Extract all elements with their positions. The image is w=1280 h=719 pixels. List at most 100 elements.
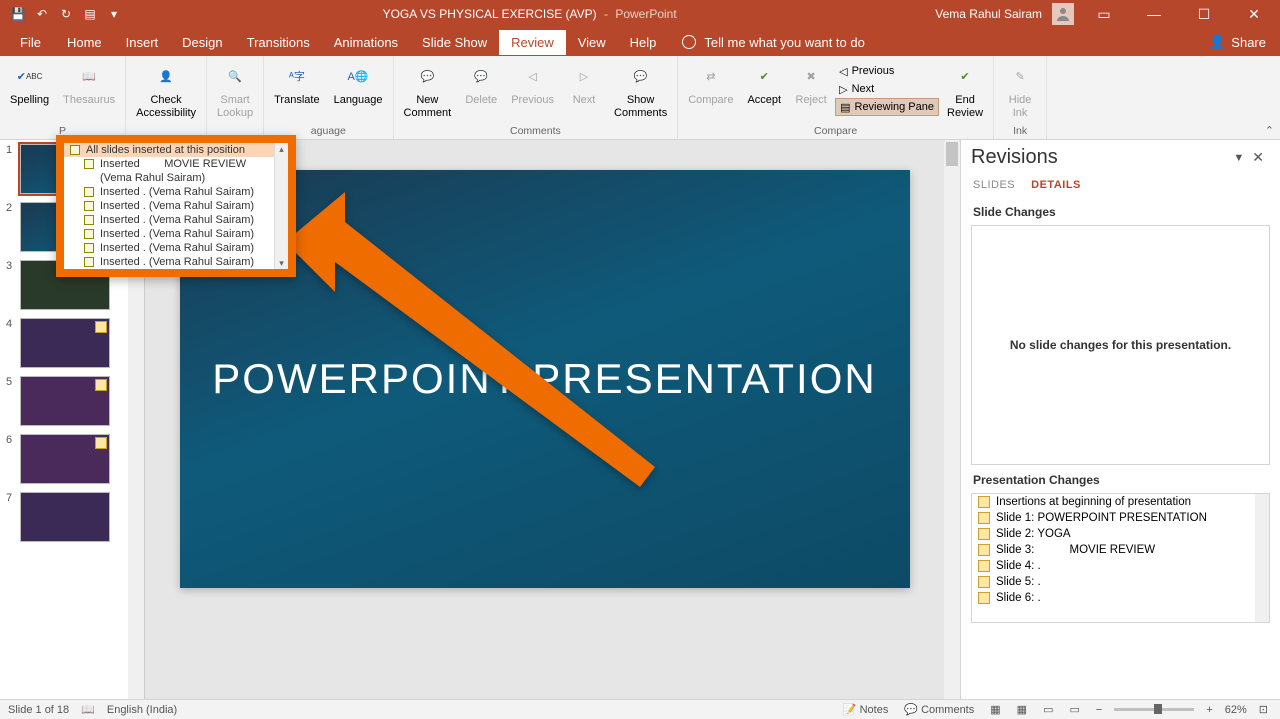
thumbnail-6[interactable] (20, 434, 110, 484)
list-item[interactable]: Insertions at beginning of presentation (972, 494, 1269, 510)
notes-button[interactable]: 📝 Notes (839, 703, 892, 716)
slide-count[interactable]: Slide 1 of 18 (8, 704, 69, 716)
popup-scrollbar[interactable]: ▴ ▾ (274, 143, 288, 269)
accept-button[interactable]: ✔︎Accept (741, 60, 787, 109)
spelling-icon: ✔︎ABC (15, 62, 45, 92)
tab-help[interactable]: Help (618, 30, 669, 55)
popup-item[interactable]: Inserted . (Vema Rahul Sairam) (64, 227, 288, 241)
redo-icon[interactable]: ↻ (56, 4, 76, 24)
share-button[interactable]: 👤Share (1209, 34, 1280, 50)
start-from-beginning-icon[interactable]: ▤ (80, 4, 100, 24)
sorter-view-icon[interactable]: ▦ (1013, 703, 1031, 716)
translate-button[interactable]: ᴬ字Translate (268, 60, 325, 109)
next-comment-button[interactable]: ▷Next (562, 60, 606, 109)
new-comment-button[interactable]: 💬New Comment (398, 60, 458, 121)
checkbox-icon[interactable] (84, 229, 94, 239)
minimize-button[interactable]: — (1134, 0, 1174, 28)
compare-button[interactable]: ⇄Compare (682, 60, 739, 109)
list-item[interactable]: Slide 1: POWERPOINT PRESENTATION (972, 510, 1269, 526)
list-item[interactable]: Slide 2: YOGA (972, 526, 1269, 542)
scroll-up-icon[interactable]: ▴ (275, 143, 288, 155)
popup-item[interactable]: Inserted . (Vema Rahul Sairam) (64, 185, 288, 199)
comments-button[interactable]: 💬 Comments (900, 703, 978, 716)
canvas-scrollbar[interactable] (944, 140, 960, 699)
tab-review[interactable]: Review (499, 30, 566, 55)
thumbnail-4[interactable] (20, 318, 110, 368)
popup-item[interactable]: Inserted . (Vema Rahul Sairam) (64, 199, 288, 213)
save-icon[interactable]: 💾 (8, 4, 28, 24)
checkbox-icon[interactable] (84, 243, 94, 253)
checkbox-icon[interactable] (84, 201, 94, 211)
zoom-level[interactable]: 62% (1225, 704, 1247, 716)
next-change-button[interactable]: ▷Next (835, 80, 939, 98)
zoom-in-button[interactable]: + (1202, 704, 1216, 716)
thesaurus-button[interactable]: 📖Thesaurus (57, 60, 121, 109)
show-comments-button[interactable]: 💬Show Comments (608, 60, 673, 121)
slideshow-view-icon[interactable]: ▭ (1065, 703, 1083, 716)
list-item[interactable]: Slide 6: . (972, 590, 1269, 606)
user-avatar-icon[interactable] (1052, 3, 1074, 25)
delete-comment-button[interactable]: 💬Delete (459, 60, 503, 109)
close-window-button[interactable]: ✕ (1234, 0, 1274, 28)
spellcheck-status-icon[interactable]: 📖 (81, 703, 95, 716)
checkbox-icon[interactable] (84, 215, 94, 225)
spelling-button[interactable]: ✔︎ABCSpelling (4, 60, 55, 109)
scroll-down-icon[interactable]: ▾ (275, 257, 288, 269)
popup-item[interactable]: Inserted MOVIE REVIEW (64, 157, 288, 171)
revision-popup: All slides inserted at this position Ins… (56, 135, 296, 277)
reviewing-pane-button[interactable]: ▤Reviewing Pane (835, 98, 939, 116)
reject-button[interactable]: ✖︎Reject (789, 60, 833, 109)
popup-item[interactable]: Inserted . (Vema Rahul Sairam) (64, 213, 288, 227)
popup-item[interactable]: Inserted . (Vema Rahul Sairam) (64, 255, 288, 269)
thumbnail-5[interactable] (20, 376, 110, 426)
prev-change-icon: ◁ (839, 65, 847, 78)
group-compare: Compare (682, 125, 989, 139)
tab-design[interactable]: Design (170, 30, 234, 55)
collapse-ribbon-icon[interactable]: ⌃ (1265, 124, 1274, 137)
tab-slideshow[interactable]: Slide Show (410, 30, 499, 55)
revisions-tab-details[interactable]: DETAILS (1031, 179, 1081, 191)
fit-to-window-icon[interactable]: ⊡ (1255, 703, 1272, 716)
tab-insert[interactable]: Insert (114, 30, 171, 55)
revisions-tab-slides[interactable]: SLIDES (973, 179, 1015, 191)
maximize-button[interactable]: ☐ (1184, 0, 1224, 28)
tab-home[interactable]: Home (55, 30, 114, 55)
reading-view-icon[interactable]: ▭ (1039, 703, 1057, 716)
list-item[interactable]: Slide 5: . (972, 574, 1269, 590)
undo-icon[interactable]: ↶ (32, 4, 52, 24)
tab-animations[interactable]: Animations (322, 30, 410, 55)
end-review-button[interactable]: ✔︎End Review (941, 60, 989, 121)
close-pane-button[interactable]: ✕ (1246, 147, 1270, 168)
annotation-arrow-icon (285, 192, 665, 497)
check-accessibility-button[interactable]: 👤Check Accessibility (130, 60, 202, 121)
ribbon-display-icon[interactable]: ▭ (1084, 0, 1124, 28)
smart-lookup-button[interactable]: 🔍Smart Lookup (211, 60, 259, 121)
tab-view[interactable]: View (566, 30, 618, 55)
list-scrollbar[interactable] (1255, 494, 1269, 622)
previous-comment-button[interactable]: ◁Previous (505, 60, 560, 109)
previous-change-button[interactable]: ◁Previous (835, 62, 939, 80)
qat-dropdown-icon[interactable]: ▾ (104, 4, 124, 24)
tell-me-search[interactable]: Tell me what you want to do (668, 35, 864, 50)
pane-options-icon[interactable]: ▼ (1231, 150, 1246, 166)
checkbox-icon[interactable] (70, 145, 80, 155)
ink-icon: ✎ (1005, 62, 1035, 92)
checkbox-icon[interactable] (84, 257, 94, 267)
zoom-out-button[interactable]: − (1092, 704, 1106, 716)
popup-item[interactable]: (Vema Rahul Sairam) (64, 171, 288, 185)
hide-ink-button[interactable]: ✎Hide Ink (998, 60, 1042, 121)
lookup-icon: 🔍 (220, 62, 250, 92)
list-item[interactable]: Slide 4: . (972, 558, 1269, 574)
zoom-slider[interactable] (1114, 708, 1194, 711)
language-status[interactable]: English (India) (107, 704, 177, 716)
tab-file[interactable]: File (6, 30, 55, 55)
popup-item[interactable]: Inserted . (Vema Rahul Sairam) (64, 241, 288, 255)
normal-view-icon[interactable]: ▦ (986, 703, 1004, 716)
tab-transitions[interactable]: Transitions (235, 30, 322, 55)
checkbox-icon[interactable] (84, 159, 94, 169)
popup-header[interactable]: All slides inserted at this position (64, 143, 288, 157)
thumbnail-7[interactable] (20, 492, 110, 542)
checkbox-icon[interactable] (84, 187, 94, 197)
language-button[interactable]: A🌐Language (328, 60, 389, 109)
list-item[interactable]: Slide 3: MOVIE REVIEW (972, 542, 1269, 558)
